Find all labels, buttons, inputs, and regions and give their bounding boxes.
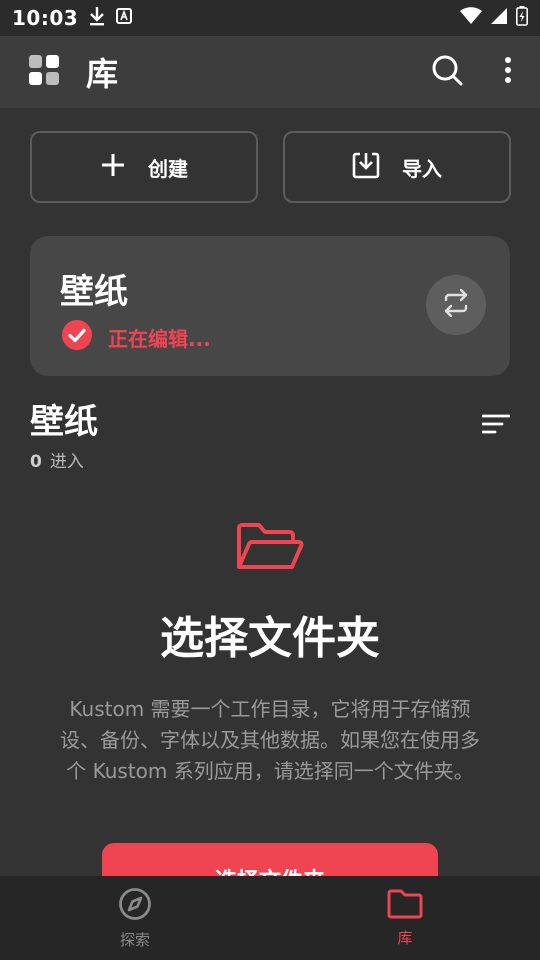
empty-state-title: 选择文件夹	[160, 613, 380, 664]
dashboard-icon[interactable]	[28, 54, 60, 90]
bottom-nav: 探索 库	[0, 876, 540, 960]
nav-item-explore-label: 探索	[119, 930, 150, 949]
import-button[interactable]: 导入	[283, 131, 511, 203]
nav-item-library-label: 库	[397, 928, 413, 947]
nav-item-library[interactable]: 库	[270, 876, 540, 960]
signal-icon	[490, 7, 508, 29]
page-title: 库	[86, 55, 119, 93]
download-icon	[88, 6, 106, 30]
app-bar-actions	[430, 53, 512, 91]
folder-open-icon	[0, 522, 540, 576]
current-project-card[interactable]: 壁纸 正在编辑...	[30, 236, 510, 376]
more-vert-icon[interactable]	[504, 56, 512, 88]
entry-count: 0	[30, 452, 42, 472]
plus-icon	[100, 152, 126, 183]
empty-state-description: Kustom 需要一个工作目录，它将用于存储预设、备份、字体以及其他数据。如果您…	[60, 697, 480, 783]
compass-icon	[118, 887, 152, 925]
import-button-label: 导入	[402, 156, 442, 181]
switch-project-button[interactable]	[426, 275, 486, 335]
status-right	[460, 6, 528, 30]
project-title: 壁纸	[60, 272, 128, 312]
section-subtitle: 0 进入	[30, 447, 510, 472]
search-icon[interactable]	[430, 53, 464, 91]
status-left: 10:03	[12, 6, 133, 30]
action-row: 创建 导入	[30, 131, 511, 203]
swap-icon	[442, 288, 470, 321]
check-circle-icon	[62, 320, 92, 354]
empty-state: 选择文件夹 Kustom 需要一个工作目录，它将用于存储预设、备份、字体以及其他…	[0, 522, 540, 787]
create-button[interactable]: 创建	[30, 131, 258, 203]
status-bar: 10:03	[0, 0, 540, 36]
library-content: 创建 导入 壁纸 正在编辑... 壁纸 0 进入 选择文件夹 Kustom 需要…	[0, 108, 540, 876]
wifi-icon	[460, 7, 482, 29]
entry-count-label: 进入	[49, 452, 84, 472]
select-folder-button-label: 选择文件夹	[215, 863, 325, 876]
nav-item-explore[interactable]: 探索	[0, 876, 270, 960]
sort-icon[interactable]	[481, 414, 511, 438]
section-header: 壁纸 0 进入	[30, 394, 511, 472]
status-time: 10:03	[12, 6, 79, 30]
section-title: 壁纸	[30, 402, 98, 442]
import-icon	[352, 151, 380, 184]
folder-icon	[387, 889, 423, 923]
project-status-text: 正在编辑...	[108, 326, 211, 351]
battery-icon	[516, 6, 528, 30]
keyboard-indicator-icon	[116, 8, 133, 28]
create-button-label: 创建	[148, 156, 188, 181]
app-bar: 库	[0, 36, 540, 108]
select-folder-button[interactable]: 选择文件夹	[102, 843, 438, 876]
project-status: 正在编辑...	[62, 320, 211, 354]
